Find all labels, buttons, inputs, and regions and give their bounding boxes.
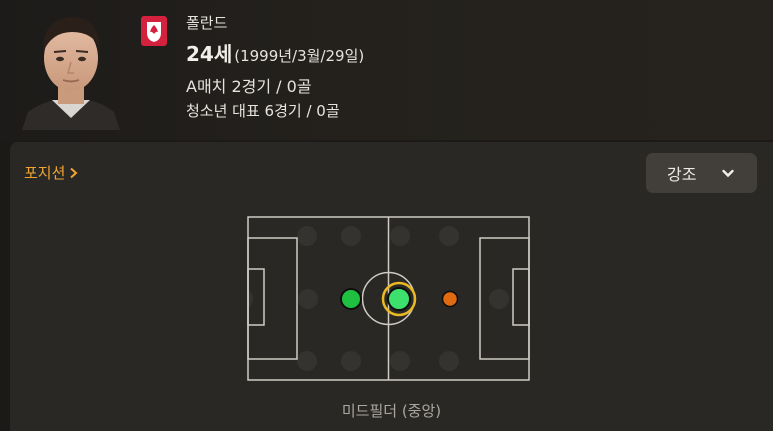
pitch-placeholders	[233, 226, 509, 371]
positions-link-label: 포지션	[24, 164, 66, 182]
highlight-dropdown-label: 강조	[667, 165, 697, 184]
date-of-birth: (1999년/3월/29일)	[234, 47, 365, 65]
highlight-dropdown[interactable]: 강조	[646, 153, 757, 193]
nationality-label: 폴란드	[186, 14, 228, 32]
poland-flag-icon	[141, 16, 167, 46]
senior-caps: A매치 2경기 / 0골	[186, 77, 312, 96]
player-header: 폴란드 24세 (1999년/3월/29일) A매치 2경기 / 0골 청소년 대…	[0, 0, 773, 140]
tertiary-position-marker	[441, 290, 459, 308]
secondary-position-marker	[340, 288, 362, 310]
player-avatar	[22, 8, 120, 130]
youth-caps: 청소년 대표 6경기 / 0골	[186, 102, 340, 120]
age-line: 24세 (1999년/3월/29일)	[186, 38, 364, 67]
positions-panel: 포지션 강조 미드필더 (중앙)	[10, 142, 773, 431]
position-name: 미드필더 (중앙)	[341, 402, 442, 420]
chevron-right-icon	[70, 167, 78, 178]
chevron-down-icon	[722, 169, 734, 178]
age-value: 24세	[186, 42, 233, 66]
pitch	[233, 216, 531, 382]
primary-position-marker	[387, 287, 411, 311]
positions-link[interactable]: 포지션	[24, 162, 78, 183]
